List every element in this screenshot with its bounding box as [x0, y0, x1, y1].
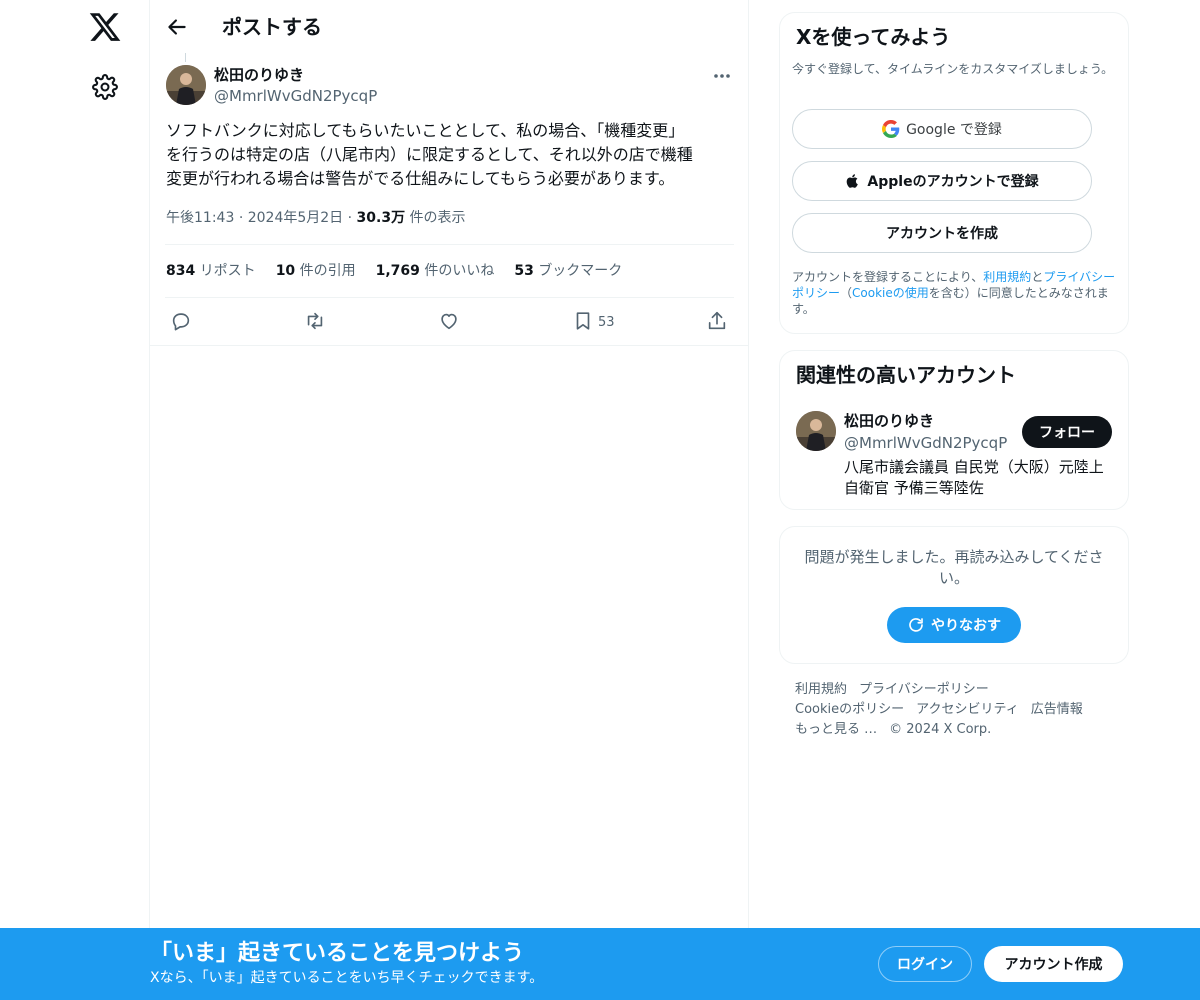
author-handle[interactable]: @MmrlWvGdN2PycqP: [214, 86, 377, 106]
error-message: 問題が発生しました。再読み込みしてください。: [804, 548, 1104, 587]
thread-line: [185, 53, 186, 62]
signup-card-title: Xを使ってみよう: [796, 25, 951, 49]
quotes-stat[interactable]: 10 件の引用: [276, 261, 356, 281]
create-account-button[interactable]: アカウントを作成: [792, 213, 1092, 253]
reposts-stat[interactable]: 834 リポスト: [166, 261, 256, 281]
legal-text: と: [1031, 270, 1044, 284]
page-title: ポストする: [222, 15, 322, 39]
retry-label: やりなおす: [931, 618, 1001, 634]
google-icon: [882, 120, 900, 138]
footer-row: Cookieのポリシー アクセシビリティ 広告情報: [795, 701, 1125, 719]
meta-separator: ·: [238, 210, 244, 226]
post-meta: 午後11:43 · 2024年5月2日 · 30.3万 件の表示: [166, 208, 466, 228]
footer-ads-link[interactable]: 広告情報: [1031, 701, 1083, 719]
reposts-label: リポスト: [199, 263, 256, 279]
gear-icon[interactable]: [92, 74, 118, 100]
bookmarks-label: ブックマーク: [538, 263, 623, 279]
footer-cookie-link[interactable]: Cookieのポリシー: [795, 701, 904, 719]
heart-icon[interactable]: [438, 310, 460, 332]
apple-signup-label: Appleのアカウントで登録: [867, 174, 1039, 190]
reposts-count: 834: [166, 263, 196, 279]
footer-terms-link[interactable]: 利用規約: [795, 681, 847, 699]
more-dots-icon[interactable]: [712, 70, 732, 82]
bookmark-icon[interactable]: [572, 310, 594, 332]
author-name[interactable]: 松田のりゆき: [214, 65, 304, 85]
banner-title: 「いま」起きていることを見つけよう: [150, 941, 525, 966]
meta-separator: ·: [347, 210, 353, 226]
footer-copyright: © 2024 X Corp.: [889, 722, 992, 737]
post-text-line: を行うのは特定の店（八尾市内）に限定するとして、それ以外の店で機種: [166, 145, 693, 164]
refresh-icon: [907, 616, 925, 634]
bookmarks-count: 53: [514, 263, 534, 279]
x-logo-icon[interactable]: [88, 10, 122, 44]
banner-subtitle: Xなら、「いま」起きていることをいち早くチェックできます。: [150, 970, 544, 986]
legal-text: （: [840, 286, 853, 300]
footer-row: もっと見る … © 2024 X Corp.: [795, 721, 1125, 739]
post-text: ソフトバンクに対応してもらいたいこととして、私の場合、「機種変更」 を行うのは特…: [166, 119, 736, 191]
divider: [165, 244, 734, 245]
share-icon[interactable]: [706, 310, 728, 332]
divider: [165, 297, 734, 298]
reply-icon[interactable]: [170, 310, 192, 332]
login-button[interactable]: ログイン: [878, 946, 972, 982]
arrow-left-icon[interactable]: [164, 14, 190, 40]
signup-card-subtitle: 今すぐ登録して、タイムラインをカスタマイズしましょう。: [792, 62, 1114, 76]
post-stats: 834 リポスト 10 件の引用 1,769 件のいいね 53 ブックマーク: [166, 261, 622, 281]
google-signup-label: Google で登録: [906, 122, 1002, 138]
signup-button[interactable]: アカウント作成: [984, 946, 1123, 982]
avatar[interactable]: [166, 65, 206, 105]
footer-more-link[interactable]: もっと見る …: [795, 721, 877, 739]
post-text-line: 変更が行われる場合は警告がでる仕組みにしてもらう必要があります。: [166, 169, 675, 188]
post-date[interactable]: 2024年5月2日: [248, 210, 343, 226]
likes-count: 1,769: [375, 263, 420, 279]
likes-label: 件のいいね: [424, 263, 495, 279]
legal-text: アカウントを登録することにより、: [792, 270, 984, 284]
apple-signup-button[interactable]: Appleのアカウントで登録: [792, 161, 1092, 201]
terms-link[interactable]: 利用規約: [983, 270, 1031, 284]
google-signup-button[interactable]: Google で登録: [792, 109, 1092, 149]
quotes-label: 件の引用: [299, 263, 356, 279]
signup-legal-text: アカウントを登録することにより、利用規約とプライバシーポリシー（Cookieの使…: [792, 269, 1120, 317]
related-account-name[interactable]: 松田のりゆき: [844, 411, 934, 431]
cookie-link[interactable]: Cookieの使用: [852, 286, 929, 300]
related-account-bio: 八尾市議会議員 自民党（大阪）元陸上 自衛官 予備三等陸佐: [844, 457, 1114, 499]
related-accounts-title: 関連性の高いアカウント: [796, 363, 1016, 387]
footer-row: 利用規約 プライバシーポリシー: [795, 681, 1125, 699]
create-account-label: アカウントを作成: [886, 226, 998, 242]
bio-line: 自衛官 予備三等陸佐: [844, 479, 984, 497]
apple-icon: [845, 172, 861, 190]
retry-button[interactable]: やりなおす: [887, 607, 1021, 643]
repost-icon[interactable]: [304, 310, 326, 332]
bio-line: 八尾市議会議員 自民党（大阪）元陸上: [844, 458, 1104, 476]
views-count: 30.3万: [356, 210, 406, 226]
footer-privacy-link[interactable]: プライバシーポリシー: [859, 681, 989, 699]
avatar[interactable]: [796, 411, 836, 451]
bookmark-count: 53: [598, 315, 615, 330]
follow-button[interactable]: フォロー: [1022, 416, 1112, 448]
likes-stat[interactable]: 1,769 件のいいね: [376, 261, 495, 281]
divider: [150, 345, 748, 346]
quotes-count: 10: [275, 263, 296, 279]
post-text-line: ソフトバンクに対応してもらいたいこととして、私の場合、「機種変更」: [166, 121, 685, 140]
related-account-handle[interactable]: @MmrlWvGdN2PycqP: [844, 433, 1007, 453]
footer-accessibility-link[interactable]: アクセシビリティ: [916, 701, 1019, 719]
views-label: 件の表示: [409, 210, 466, 226]
bookmarks-stat[interactable]: 53 ブックマーク: [514, 261, 622, 281]
post-time[interactable]: 午後11:43: [166, 210, 234, 226]
